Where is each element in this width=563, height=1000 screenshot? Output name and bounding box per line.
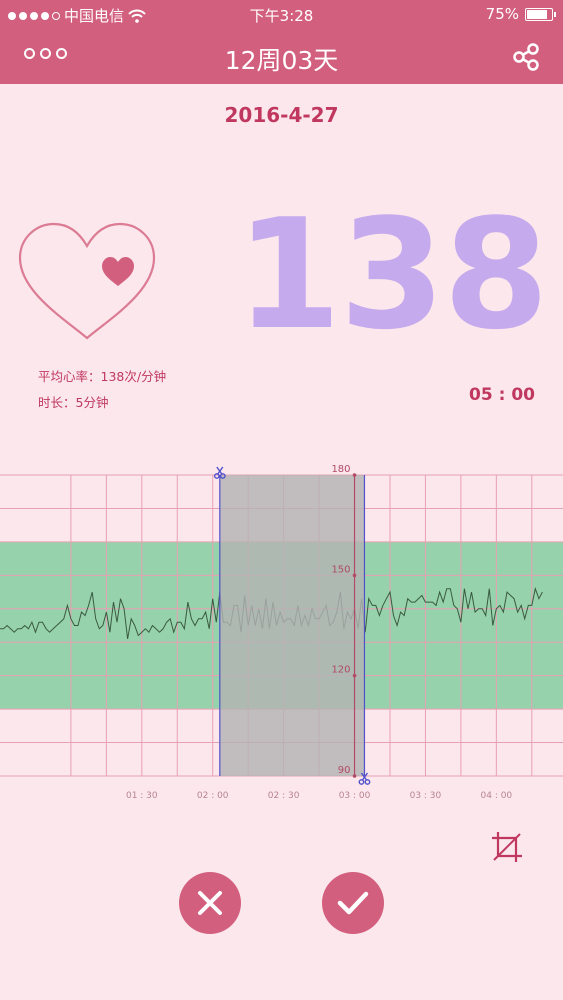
timer: 05 : 00 — [469, 385, 535, 405]
cancel-button[interactable] — [179, 872, 241, 934]
status-time: 下午3:28 — [249, 7, 314, 25]
status-bar: 中国电信 下午3:28 75% — [0, 0, 563, 28]
y-tick-dot — [352, 673, 357, 678]
heart-icon — [18, 222, 156, 340]
page-title: 12周03天 — [224, 46, 339, 75]
battery-percent: 75% — [485, 5, 519, 23]
heart-rate-value: 138 — [235, 186, 549, 363]
y-tick-dot — [352, 473, 357, 477]
selection-area — [219, 475, 365, 776]
y-tick-dot — [352, 774, 357, 778]
x-tick-label: 03 : 00 — [339, 791, 371, 801]
heart-rate-chart[interactable]: 90 120 150 180 01 : 30 02 : 00 02 : 30 03 : 00 0… — [0, 460, 563, 805]
battery: 75% — [485, 5, 556, 23]
record-date: 2016-4-27 — [224, 103, 339, 127]
average-heart-rate: 平均心率：138次/分钟 — [38, 369, 167, 384]
close-icon — [198, 891, 222, 915]
crop-icon[interactable] — [490, 830, 524, 864]
y-tick-label: 180 — [331, 464, 350, 475]
y-tick-label: 90 — [338, 765, 351, 776]
share-icon[interactable] — [511, 42, 541, 72]
x-tick-label: 02 : 30 — [268, 791, 300, 801]
check-icon — [337, 891, 369, 915]
x-tick-label: 01 : 30 — [126, 791, 158, 801]
x-tick-label: 04 : 00 — [481, 791, 513, 801]
battery-icon — [525, 7, 556, 21]
x-tick-label: 03 : 30 — [410, 791, 442, 801]
x-tick-label: 02 : 00 — [197, 791, 229, 801]
confirm-button[interactable] — [322, 872, 384, 934]
y-tick-label: 150 — [331, 564, 350, 575]
y-tick-label: 120 — [331, 665, 350, 676]
y-tick-dot — [352, 573, 357, 578]
nav-bar: 12周03天 — [0, 28, 563, 84]
duration: 时长：5分钟 — [38, 395, 109, 410]
